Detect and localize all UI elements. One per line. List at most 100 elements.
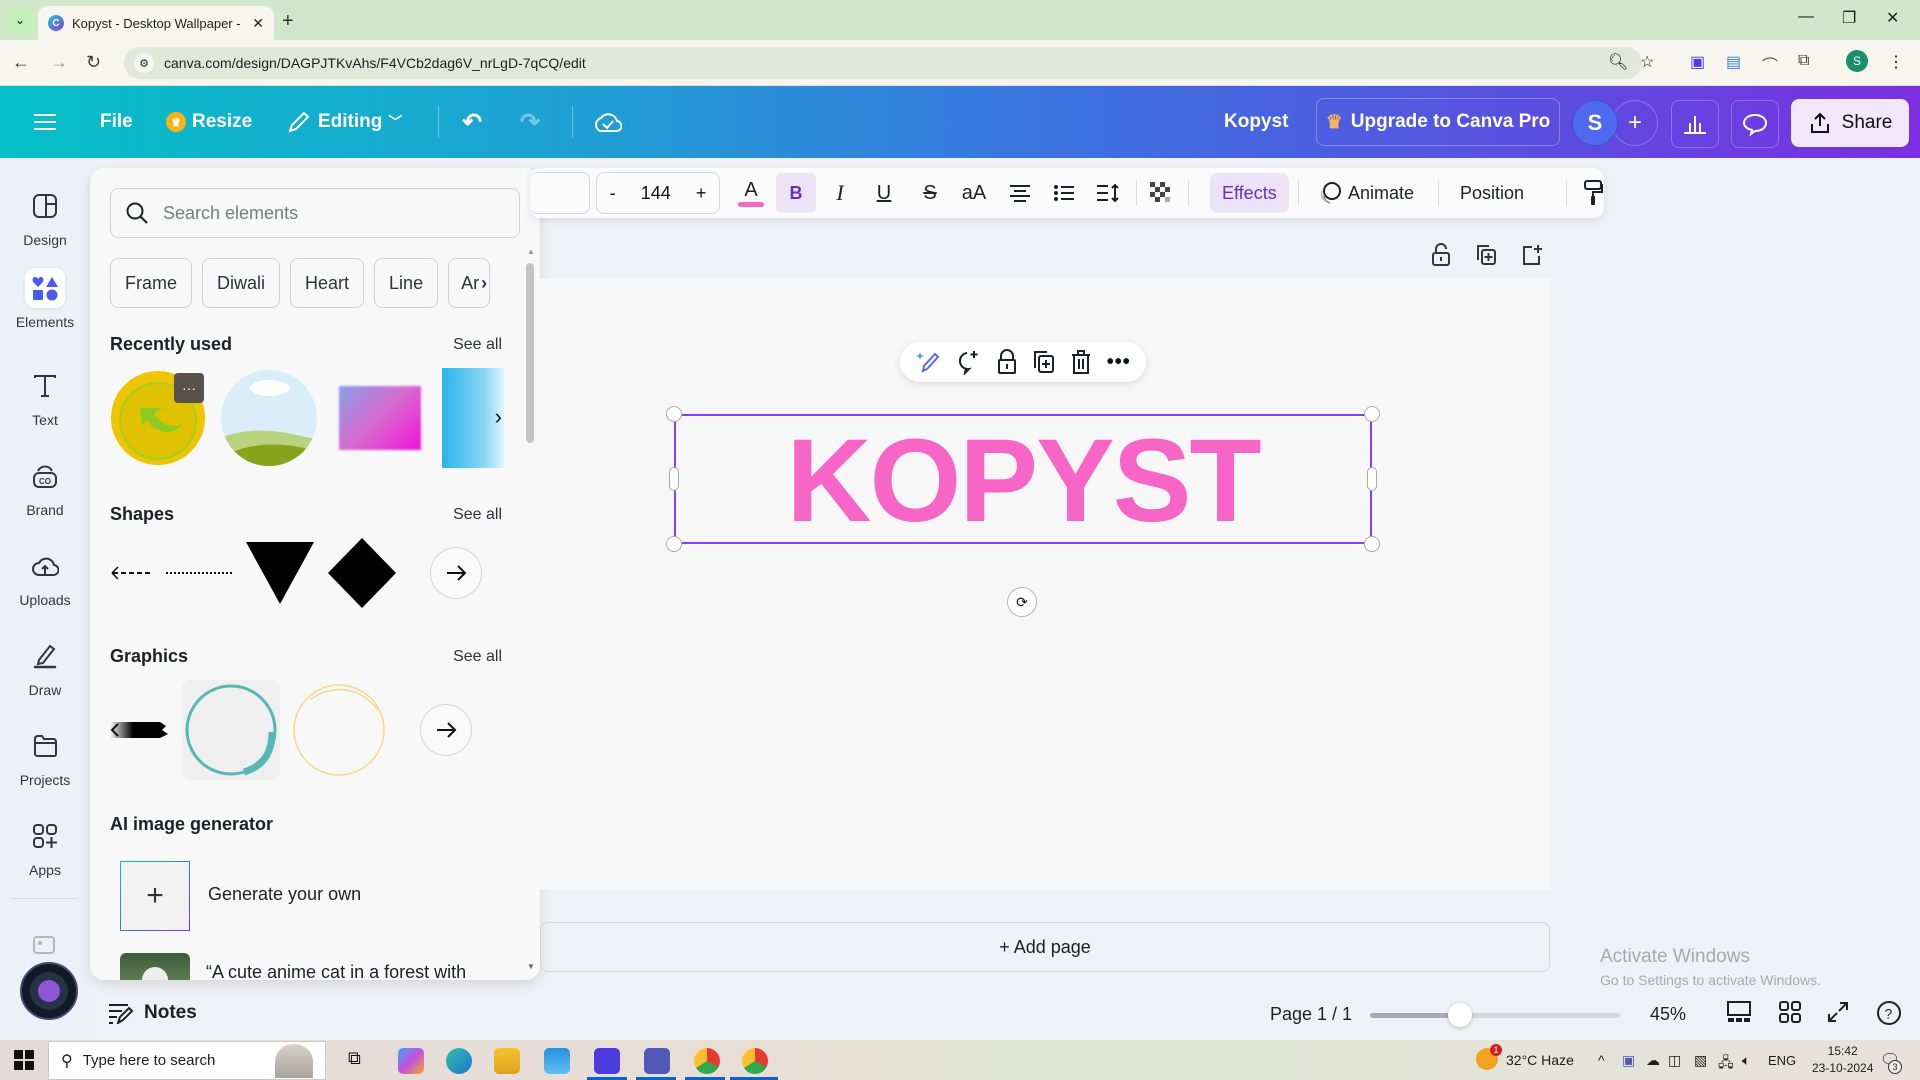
add-comment-button[interactable] [955, 349, 981, 375]
comments-button[interactable] [1731, 100, 1779, 148]
close-tab-icon[interactable]: ✕ [252, 15, 264, 32]
transparency-button[interactable] [1144, 173, 1178, 213]
spacing-button[interactable] [1090, 173, 1126, 213]
ai-sample-prompt[interactable]: “A cute anime cat in a forest with [206, 962, 466, 980]
delete-element-button[interactable] [1070, 349, 1092, 375]
bold-button[interactable]: B [776, 173, 816, 213]
panel-scrollbar[interactable]: ▲ ▼ [524, 243, 536, 973]
rail-item-draw[interactable]: Draw [0, 636, 90, 698]
graphic-brush-stroke[interactable] [110, 680, 172, 780]
recent-item-yellow-circle[interactable]: ··· [110, 368, 208, 468]
teams-tray-icon[interactable]: ▣ [1622, 1052, 1635, 1069]
notifications-button[interactable]: 🗨︎ 3 [1880, 1050, 1902, 1074]
graphic-teal-circle[interactable] [182, 680, 280, 780]
rail-item-brand[interactable]: CO Brand [0, 456, 90, 518]
volume-icon[interactable]: 🔈︎ [1742, 1052, 1750, 1069]
reload-button[interactable]: ↻ [86, 52, 101, 73]
font-family-dropdown[interactable] [530, 172, 590, 214]
chevron-right-icon[interactable]: › [481, 273, 487, 294]
text-color-button[interactable]: A [734, 173, 768, 213]
grid-view-button[interactable] [1778, 1000, 1802, 1024]
rail-item-projects[interactable]: Projects [0, 726, 90, 788]
magic-write-button[interactable] [915, 349, 941, 375]
shape-inverted-triangle[interactable] [244, 538, 316, 608]
resize-handle-bottom-right[interactable] [1364, 536, 1380, 552]
clock[interactable]: 15:42 23-10-2024 [1812, 1043, 1873, 1077]
duplicate-element-button[interactable] [1032, 349, 1056, 375]
task-view-icon[interactable]: ⧉ [348, 1048, 374, 1074]
animate-button[interactable]: Animate [1318, 173, 1414, 213]
letter-case-button[interactable]: aA [954, 173, 994, 213]
weather-text[interactable]: 32°C Haze [1506, 1052, 1574, 1068]
main-menu-button[interactable] [34, 100, 56, 144]
zoom-icon[interactable]: 🔍︎ [1608, 52, 1628, 72]
power-automate-icon[interactable] [594, 1048, 620, 1074]
rail-item-apps[interactable]: Apps [0, 816, 90, 878]
rotate-handle[interactable]: ⟳ [1007, 587, 1037, 617]
ai-sample-thumbnail[interactable] [120, 953, 190, 980]
taskbar-search-input[interactable]: ⚲ Type here to search [48, 1041, 326, 1080]
shapes-next-button[interactable] [430, 547, 482, 599]
close-window-button[interactable]: ✕ [1886, 8, 1899, 28]
resize-handle-bottom-left[interactable] [666, 536, 682, 552]
share-button[interactable]: Share [1791, 99, 1909, 147]
shape-dashed-arrow-line[interactable] [110, 538, 154, 608]
duplicate-page-button[interactable] [1474, 243, 1498, 267]
rail-item-design[interactable]: Design [0, 186, 90, 248]
copy-style-button[interactable] [1578, 173, 1608, 213]
bullet-list-button[interactable] [1046, 173, 1082, 213]
profile-avatar[interactable]: S [1846, 50, 1868, 72]
shape-dotted-line[interactable] [164, 538, 234, 608]
italic-button[interactable]: I [822, 173, 858, 213]
help-button[interactable]: ? [1876, 1000, 1902, 1026]
graphic-yellow-circle[interactable] [290, 680, 388, 780]
camera-icon[interactable]: ◫ [1668, 1052, 1681, 1069]
see-all-graphics-link[interactable]: See all [453, 648, 502, 666]
position-button[interactable]: Position [1460, 173, 1524, 213]
url-field[interactable]: ⚙ canva.com/design/DAGPJTKvAhs/F4VCb2dag… [124, 47, 1642, 79]
rail-item-elements[interactable]: Elements [0, 268, 90, 330]
restore-button[interactable]: ❐ [1842, 8, 1856, 28]
graphics-next-button[interactable] [420, 704, 472, 756]
lock-element-button[interactable] [996, 349, 1018, 375]
zoom-percent[interactable]: 45% [1650, 1004, 1686, 1025]
insights-button[interactable] [1671, 100, 1719, 148]
zoom-slider-knob[interactable] [1448, 1003, 1472, 1027]
fullscreen-button[interactable] [1826, 1000, 1850, 1024]
more-options-button[interactable]: ••• [1107, 351, 1131, 374]
file-explorer-icon[interactable] [494, 1048, 520, 1074]
pages-view-button[interactable] [1726, 1000, 1752, 1024]
font-size-input[interactable]: 144 [641, 183, 671, 204]
extension-icon[interactable]: ▤ [1726, 52, 1741, 72]
recent-item-gradient[interactable] [330, 368, 430, 468]
add-page-button[interactable]: + Add page [540, 922, 1550, 972]
rail-item-uploads[interactable]: Uploads [0, 546, 90, 608]
scroll-up-icon[interactable]: ▲ [527, 247, 535, 256]
resize-handle-top-left[interactable] [666, 406, 682, 422]
edge-browser-icon[interactable] [446, 1048, 472, 1074]
new-tab-button[interactable]: + [282, 10, 294, 33]
chrome-profile-s-icon[interactable] [742, 1048, 768, 1074]
network-icon[interactable]: 🖧︎ [1718, 1052, 1734, 1076]
back-button[interactable]: ← [12, 52, 30, 73]
recent-item-blue-gradient[interactable]: › [442, 368, 504, 468]
add-collaborator-button[interactable]: + [1612, 100, 1658, 146]
minimize-button[interactable]: — [1798, 8, 1814, 26]
resize-handle-right[interactable] [1367, 467, 1377, 491]
scroll-down-icon[interactable]: ▼ [527, 962, 535, 971]
user-avatar[interactable]: S [1572, 100, 1618, 146]
redo-button[interactable]: ↷ [520, 100, 540, 144]
display-icon[interactable]: ▧ [1694, 1052, 1707, 1069]
strikethrough-button[interactable]: S [912, 173, 948, 213]
underline-button[interactable]: U [866, 173, 902, 213]
notes-button[interactable]: Notes [108, 1002, 197, 1024]
chip-line[interactable]: Line [374, 258, 439, 308]
extension-icon[interactable]: ▣ [1690, 52, 1705, 72]
language-indicator[interactable]: ENG [1768, 1053, 1796, 1068]
decrease-font-size-button[interactable]: - [610, 183, 616, 204]
resize-handle-top-right[interactable] [1364, 406, 1380, 422]
see-all-recent-link[interactable]: See all [453, 336, 502, 354]
mail-icon[interactable] [544, 1048, 570, 1074]
assistant-orb-button[interactable] [20, 962, 78, 1020]
see-all-shapes-link[interactable]: See all [453, 506, 502, 524]
